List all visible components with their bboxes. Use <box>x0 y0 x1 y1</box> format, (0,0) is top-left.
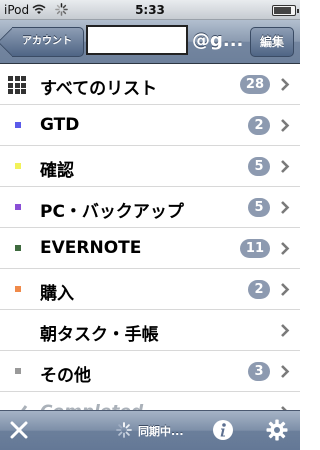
edit-button[interactable]: 編集 <box>250 27 294 57</box>
status-bar: iPod 5:33 <box>0 0 300 20</box>
list-item[interactable]: PC・バックアップ 5 <box>0 187 300 228</box>
list-item[interactable]: 朝タスク・手帳 <box>0 310 300 351</box>
nav-title-suffix: @g... <box>192 30 244 51</box>
list-item-label: EVERNOTE <box>40 238 142 258</box>
list-item[interactable]: 購入 2 <box>0 269 300 310</box>
chevron-right-icon <box>281 160 290 173</box>
list-item[interactable]: 確認 5 <box>0 146 300 187</box>
count-badge: 2 <box>248 280 270 299</box>
grid-cell <box>14 89 20 94</box>
back-accounts-button[interactable]: アカウント <box>12 27 84 57</box>
chevron-right-icon <box>281 119 290 132</box>
list-color-bullet <box>15 286 21 292</box>
list-color-bullet <box>15 368 21 374</box>
list-item[interactable]: すべてのリスト 28 <box>0 64 300 105</box>
bottom-toolbar: 同期中... <box>0 410 300 450</box>
list-item-label: すべてのリスト <box>40 79 158 99</box>
grid-cell <box>21 89 26 94</box>
chevron-right-icon <box>281 365 290 378</box>
chevron-right-icon <box>281 283 290 296</box>
grid-cell <box>14 82 20 88</box>
chevron-right-icon <box>281 406 287 410</box>
account-name-redacted <box>86 25 188 55</box>
list-color-bullet <box>15 122 21 128</box>
grid-icon <box>8 76 26 94</box>
list-item-label: GTD <box>40 115 80 135</box>
list-item[interactable]: Completed <box>0 392 300 410</box>
list-item[interactable]: その他 3 <box>0 351 300 392</box>
grid-cell <box>8 82 13 88</box>
list-item[interactable]: EVERNOTE 11 <box>0 228 300 269</box>
list-item-label: 確認 <box>40 161 74 181</box>
count-badge: 5 <box>248 157 270 176</box>
battery-icon <box>272 5 299 16</box>
sync-status-label: 同期中... <box>138 425 184 438</box>
list-item-label: PC・バックアップ <box>40 202 184 222</box>
list-item-label: 朝タスク・手帳 <box>40 325 159 345</box>
list-color-bullet <box>15 204 21 210</box>
chevron-right-icon <box>281 324 290 337</box>
grid-cell <box>8 76 13 81</box>
grid-cell <box>21 76 26 81</box>
info-icon[interactable] <box>212 419 234 441</box>
sync-spinner-icon <box>116 422 132 438</box>
task-lists: すべてのリスト 28 GTD 2 確認 5 PC・バックアップ 5 EVERNOTE 11 購入 2 朝… <box>0 64 300 410</box>
close-icon[interactable] <box>10 421 28 439</box>
list-item-label: 購入 <box>40 284 74 304</box>
chevron-right-icon <box>281 242 290 255</box>
count-badge: 3 <box>248 362 270 381</box>
list-item-label: Completed <box>40 402 143 410</box>
list-color-bullet <box>15 245 21 251</box>
status-time: 5:33 <box>135 3 165 17</box>
chevron-right-icon <box>281 78 290 91</box>
list-item[interactable]: GTD 2 <box>0 105 300 146</box>
gear-icon[interactable] <box>266 419 288 441</box>
list-color-bullet <box>15 163 21 169</box>
count-badge: 5 <box>248 198 270 217</box>
count-badge: 11 <box>239 239 270 258</box>
count-badge: 28 <box>239 75 270 94</box>
count-badge: 2 <box>248 116 270 135</box>
back-button-container: アカウント <box>6 20 90 64</box>
grid-cell <box>8 89 13 94</box>
grid-cell <box>14 76 20 81</box>
navigation-bar: アカウント @g... 編集 <box>0 20 300 64</box>
list-item-label: その他 <box>40 366 91 386</box>
grid-cell <box>21 82 26 88</box>
chevron-right-icon <box>281 201 290 214</box>
